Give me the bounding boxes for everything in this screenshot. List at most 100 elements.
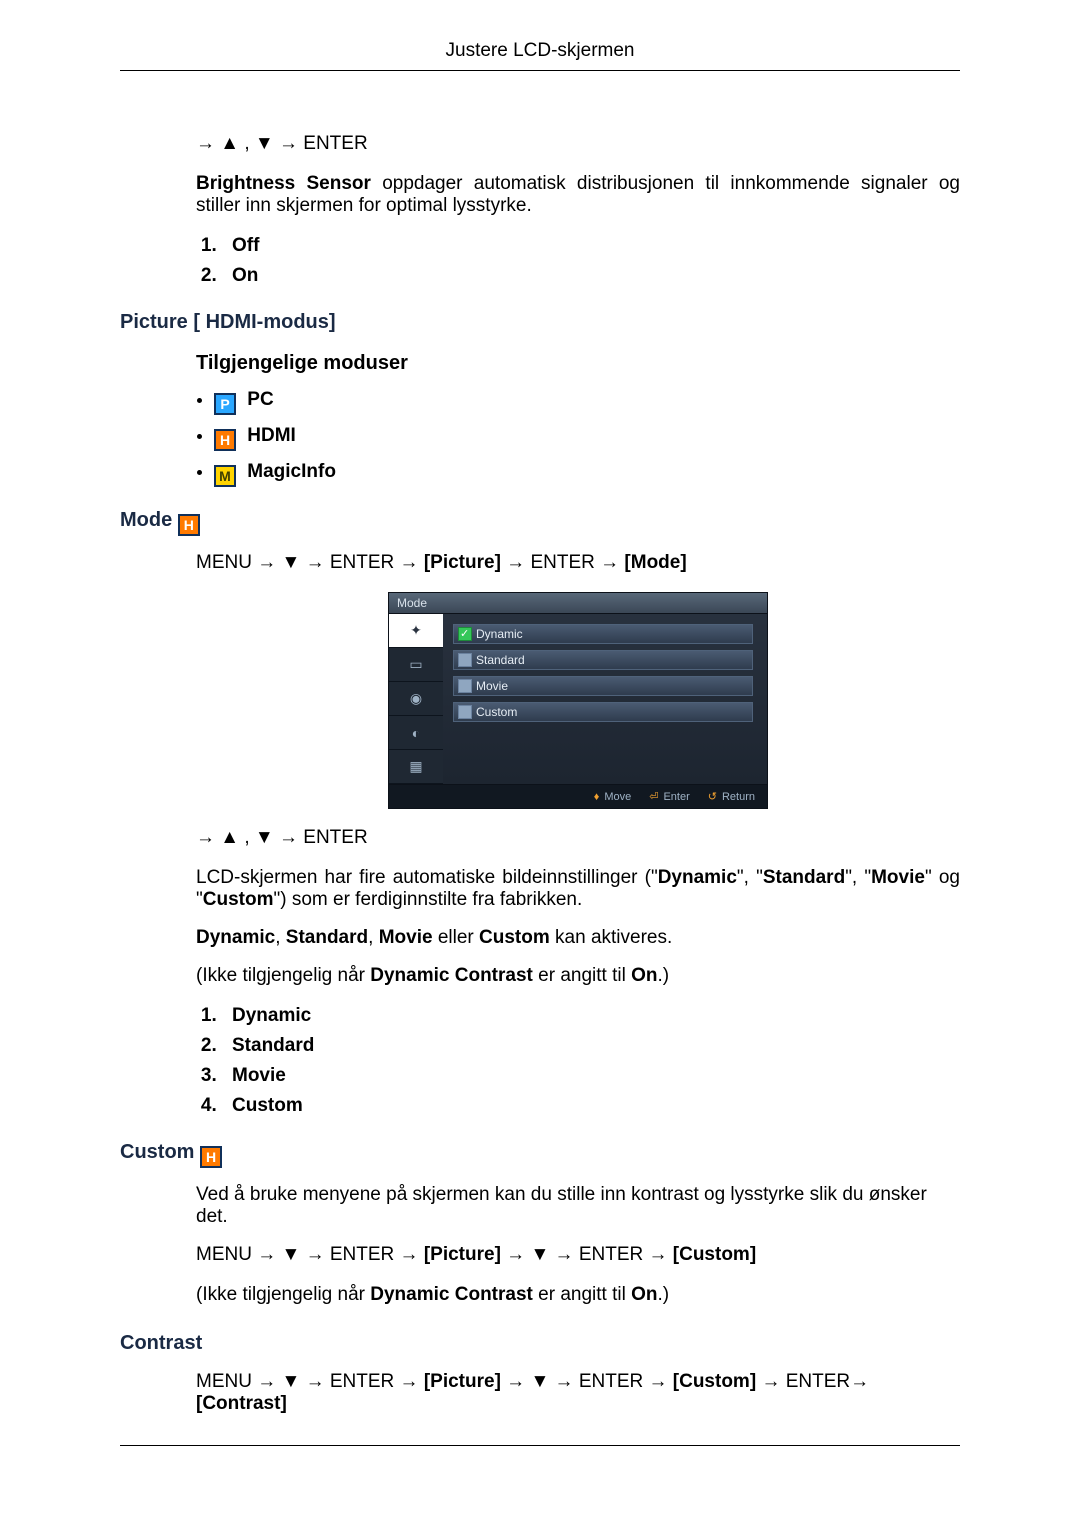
mode-desc4: (Ikke tilgjengelig når Dynamic Contrast … bbox=[196, 965, 960, 987]
t: eller bbox=[433, 927, 479, 948]
mode-hdmi: H HDMI bbox=[214, 425, 960, 451]
custom-note: (Ikke tilgjengelig når Dynamic Contrast … bbox=[196, 1284, 960, 1306]
check-off-icon bbox=[458, 679, 472, 693]
t: ") som er ferdiginnstilte fra fabrikken. bbox=[273, 889, 582, 910]
mode-options: Dynamic Standard Movie Custom bbox=[196, 1005, 960, 1117]
osd-footer: ♦Move ⏎Enter ↺Return bbox=[389, 784, 767, 808]
osd-item-custom: Custom bbox=[453, 702, 753, 722]
t: → ▼ → ENTER → bbox=[501, 1244, 673, 1265]
t: ", " bbox=[737, 867, 763, 888]
p-icon: P bbox=[214, 393, 236, 415]
mode-opt-dynamic: Dynamic bbox=[222, 1005, 960, 1027]
mode-pc: P PC bbox=[214, 389, 960, 415]
mode-desc2: LCD-skjermen har fire automatiske bildei… bbox=[196, 867, 960, 911]
check-on-icon bbox=[458, 627, 472, 641]
osd-tab-3: ◉ bbox=[389, 682, 443, 716]
osd-tabs: ✦ ▭ ◉ ◐ ▦ bbox=[389, 614, 443, 784]
t: → ENTER→ bbox=[756, 1371, 869, 1392]
osd-tab-picture: ✦ bbox=[389, 614, 443, 648]
t: Movie bbox=[871, 867, 925, 888]
brightness-opt-off: Off bbox=[222, 235, 960, 257]
h-icon: H bbox=[200, 1146, 222, 1168]
enter-glyph-icon: ⏎ bbox=[649, 790, 658, 803]
mode-opt-custom: Custom bbox=[222, 1095, 960, 1117]
mode-path-1: MENU → ▼ → ENTER → bbox=[196, 552, 424, 573]
t: (Ikke tilgjengelig når bbox=[196, 1284, 370, 1305]
mode-path: MENU → ▼ → ENTER → [Picture] → ENTER → [… bbox=[196, 552, 960, 574]
t: Dynamic Contrast bbox=[370, 1284, 533, 1305]
t: MENU → ▼ → ENTER → bbox=[196, 1244, 424, 1265]
available-modes-heading: Tilgjengelige moduser bbox=[196, 352, 960, 375]
t: Custom bbox=[203, 889, 274, 910]
osd-tab-2: ▭ bbox=[389, 648, 443, 682]
mode-magicinfo: M MagicInfo bbox=[214, 461, 960, 487]
t: Dynamic Contrast bbox=[370, 965, 533, 986]
check-off-icon bbox=[458, 653, 472, 667]
mode-path-mode: [Mode] bbox=[624, 552, 686, 573]
t: [Custom] bbox=[673, 1371, 756, 1392]
t: [Picture] bbox=[424, 1244, 501, 1265]
t: Standard bbox=[286, 927, 368, 948]
modes-list: P PC H HDMI M MagicInfo bbox=[196, 389, 960, 487]
return-glyph-icon: ↺ bbox=[708, 790, 717, 803]
page-content: → ▲ , ▼ → ENTER Brightness Sensor oppdag… bbox=[120, 71, 960, 1446]
t: er angitt til bbox=[533, 1284, 631, 1305]
osd-body: ✦ ▭ ◉ ◐ ▦ Dynamic Standard Movie Custom bbox=[389, 614, 767, 784]
contrast-block: MENU → ▼ → ENTER → [Picture] → ▼ → ENTER… bbox=[196, 1371, 960, 1415]
mode-pc-label: PC bbox=[247, 389, 273, 410]
check-off-icon bbox=[458, 705, 472, 719]
osd-item-0: Dynamic bbox=[476, 627, 523, 641]
custom-desc: Ved å bruke menyene på skjermen kan du s… bbox=[196, 1184, 960, 1228]
t: (Ikke tilgjengelig når bbox=[196, 965, 370, 986]
t: er angitt til bbox=[533, 965, 631, 986]
mode-path-picture: [Picture] bbox=[424, 552, 501, 573]
t: Standard bbox=[763, 867, 845, 888]
osd-item-dynamic: Dynamic bbox=[453, 624, 753, 644]
osd-footer-move-text: Move bbox=[604, 791, 631, 803]
osd-title: Mode bbox=[389, 593, 767, 614]
mode-heading: Mode H bbox=[120, 509, 960, 536]
mode-magicinfo-label: MagicInfo bbox=[247, 461, 336, 482]
t: Dynamic bbox=[196, 927, 275, 948]
osd-tab-4: ◐ bbox=[389, 716, 443, 750]
custom-heading: Custom H bbox=[120, 1141, 960, 1168]
picture-hdmi-heading: Picture [ HDMI-modus] bbox=[120, 311, 960, 334]
brightness-desc: Brightness Sensor oppdager automatisk di… bbox=[196, 173, 960, 217]
contrast-heading: Contrast bbox=[120, 1332, 960, 1355]
mode-heading-text: Mode bbox=[120, 509, 172, 531]
t: On bbox=[631, 1284, 657, 1305]
osd-item-3: Custom bbox=[476, 705, 517, 719]
t: [Picture] bbox=[424, 1371, 501, 1392]
custom-path: MENU → ▼ → ENTER → [Picture] → ▼ → ENTER… bbox=[196, 1244, 960, 1266]
osd-item-movie: Movie bbox=[453, 676, 753, 696]
t: LCD-skjermen har fire automatiske bildei… bbox=[196, 867, 658, 888]
osd-item-standard: Standard bbox=[453, 650, 753, 670]
mode-hdmi-label: HDMI bbox=[247, 425, 296, 446]
contrast-path: MENU → ▼ → ENTER → [Picture] → ▼ → ENTER… bbox=[196, 1371, 960, 1415]
osd-footer-move: ♦ Move bbox=[594, 790, 632, 803]
custom-block: Ved å bruke menyene på skjermen kan du s… bbox=[196, 1184, 960, 1306]
t: [Custom] bbox=[673, 1244, 756, 1265]
t: [Contrast] bbox=[196, 1393, 287, 1414]
osd-item-2: Movie bbox=[476, 679, 508, 693]
t: MENU → ▼ → ENTER → bbox=[196, 1371, 424, 1392]
t: ", " bbox=[845, 867, 871, 888]
brightness-block: → ▲ , ▼ → ENTER Brightness Sensor oppdag… bbox=[196, 133, 960, 287]
footer-rule bbox=[120, 1445, 960, 1446]
osd-items: Dynamic Standard Movie Custom bbox=[443, 614, 767, 784]
t: kan aktiveres. bbox=[550, 927, 673, 948]
mode-opt-standard: Standard bbox=[222, 1035, 960, 1057]
osd-item-1: Standard bbox=[476, 653, 525, 667]
picture-hdmi-block: Tilgjengelige moduser P PC H HDMI M Magi… bbox=[196, 352, 960, 487]
h-icon: H bbox=[178, 514, 200, 536]
brightness-sensor-term: Brightness Sensor bbox=[196, 173, 371, 194]
t: .) bbox=[657, 965, 669, 986]
t: On bbox=[631, 965, 657, 986]
osd-footer-return: ↺Return bbox=[708, 790, 755, 803]
mode-nav2: → ▲ , ▼ → ENTER bbox=[196, 827, 960, 849]
brightness-options: Off On bbox=[196, 235, 960, 287]
t: Dynamic bbox=[658, 867, 737, 888]
mode-block: MENU → ▼ → ENTER → [Picture] → ENTER → [… bbox=[196, 552, 960, 1117]
move-glyph-icon: ♦ bbox=[594, 791, 600, 803]
mode-desc3: Dynamic, Standard, Movie eller Custom ka… bbox=[196, 927, 960, 949]
